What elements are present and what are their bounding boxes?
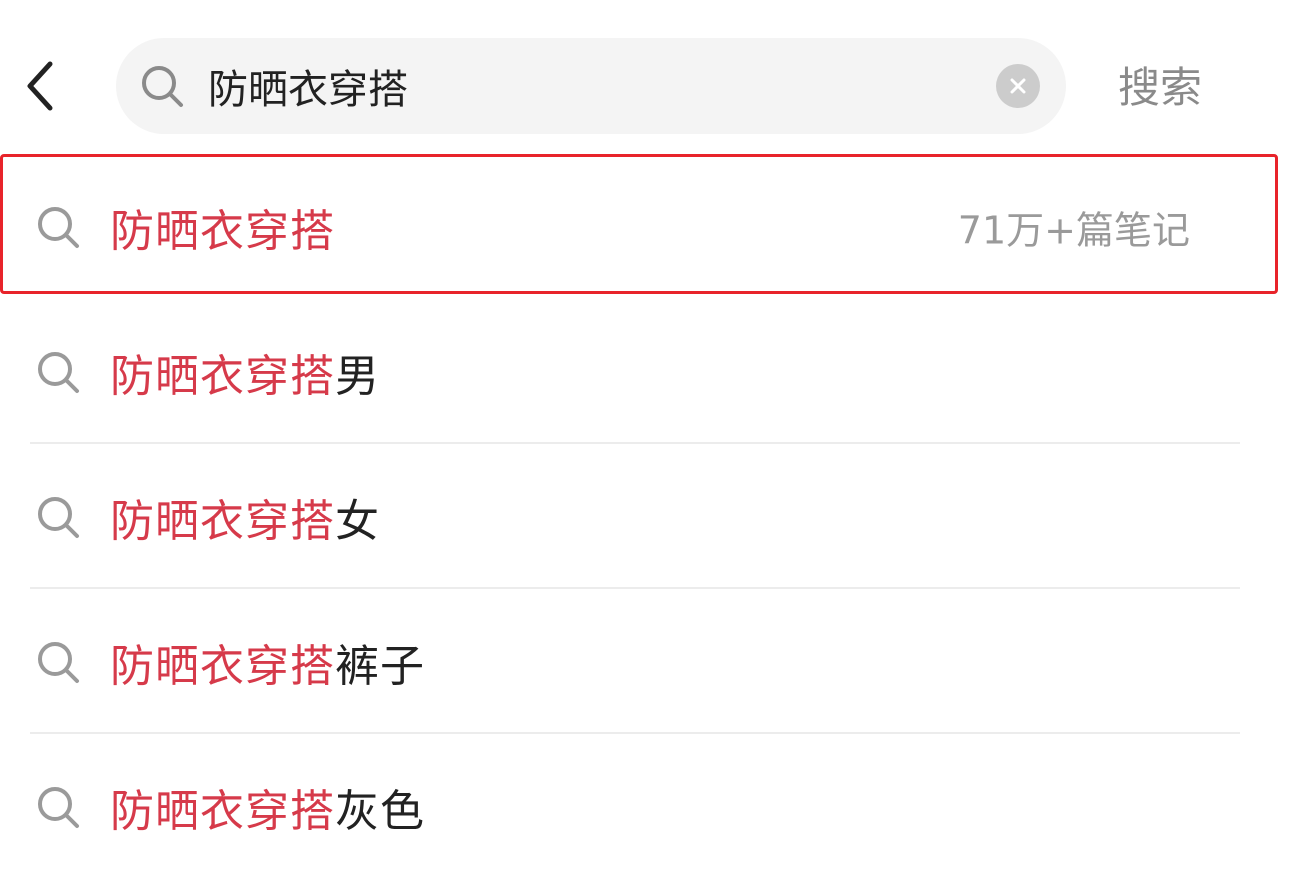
suggestion-item[interactable]: 防晒衣穿搭裤子 bbox=[0, 589, 1290, 734]
suggestion-match-text: 防晒衣穿搭 bbox=[110, 495, 335, 547]
suggestion-text: 防晒衣穿搭 bbox=[110, 195, 335, 259]
suggestion-match-text: 防晒衣穿搭 bbox=[110, 205, 335, 257]
suggestion-text: 防晒衣穿搭灰色 bbox=[110, 775, 425, 839]
search-box[interactable] bbox=[116, 38, 1066, 134]
suggestion-extra-text: 灰色 bbox=[335, 785, 425, 837]
suggestion-match-text: 防晒衣穿搭 bbox=[110, 640, 335, 692]
suggestion-text: 防晒衣穿搭女 bbox=[110, 485, 380, 549]
search-icon bbox=[38, 641, 79, 683]
back-button[interactable] bbox=[12, 54, 68, 118]
note-count: 71万+篇笔记 bbox=[957, 208, 1190, 252]
close-icon bbox=[1010, 78, 1026, 94]
suggestion-text: 防晒衣穿搭男 bbox=[110, 340, 380, 404]
suggestion-list: 防晒衣穿搭 71万+篇笔记 防晒衣穿搭男 防晒衣穿搭女 防晒衣穿搭裤子 防晒衣穿… bbox=[0, 154, 1290, 879]
search-icon bbox=[38, 496, 79, 538]
suggestion-match-text: 防晒衣穿搭 bbox=[110, 350, 335, 402]
search-icon bbox=[38, 206, 79, 248]
search-icon bbox=[38, 786, 79, 828]
suggestion-extra-text: 女 bbox=[335, 495, 380, 547]
suggestion-text: 防晒衣穿搭裤子 bbox=[110, 630, 425, 694]
search-icon bbox=[38, 351, 79, 393]
suggestion-item[interactable]: 防晒衣穿搭男 bbox=[0, 299, 1290, 444]
suggestion-item[interactable]: 防晒衣穿搭灰色 bbox=[0, 734, 1290, 879]
suggestion-item[interactable]: 防晒衣穿搭 71万+篇笔记 bbox=[0, 154, 1290, 299]
suggestion-extra-text: 男 bbox=[335, 350, 380, 402]
suggestion-match-text: 防晒衣穿搭 bbox=[110, 785, 335, 837]
search-input[interactable] bbox=[208, 56, 968, 116]
search-header: 搜索 bbox=[0, 0, 1290, 150]
search-icon bbox=[142, 66, 183, 107]
clear-button[interactable] bbox=[996, 64, 1040, 108]
chevron-left-icon bbox=[27, 61, 53, 111]
search-button[interactable]: 搜索 bbox=[1100, 52, 1220, 116]
suggestion-item[interactable]: 防晒衣穿搭女 bbox=[0, 444, 1290, 589]
suggestion-extra-text: 裤子 bbox=[335, 640, 425, 692]
